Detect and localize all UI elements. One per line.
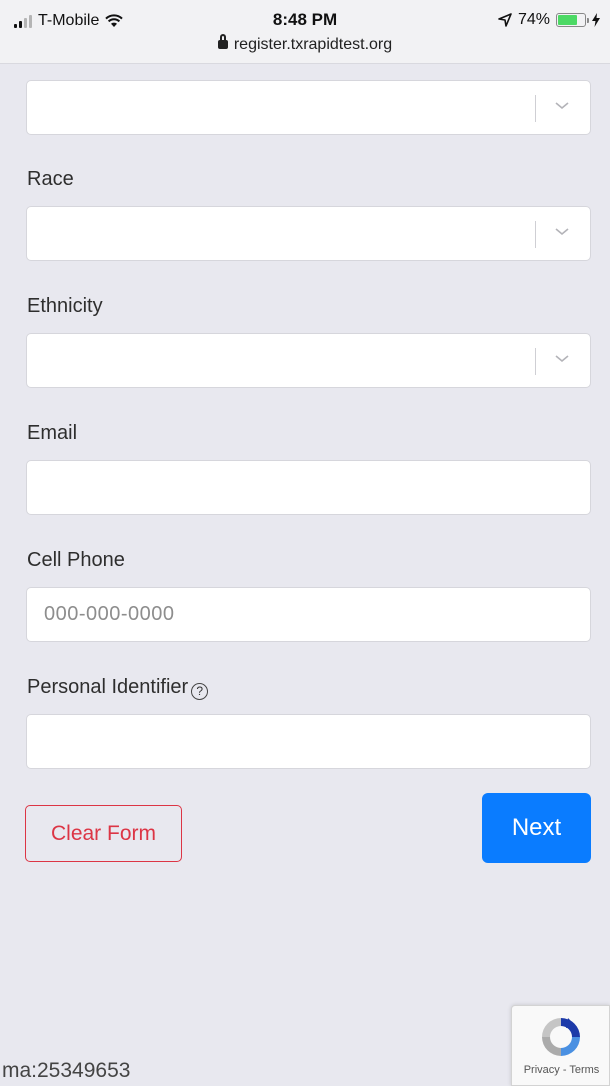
address-bar[interactable]: register.txrapidtest.org [0, 34, 610, 54]
battery-percent: 74% [517, 11, 550, 28]
ethnicity-label: Ethnicity [27, 295, 103, 317]
lock-icon [217, 34, 228, 49]
email-label: Email [27, 422, 78, 444]
cell-phone-label: Cell Phone [27, 549, 125, 571]
help-icon[interactable]: ? [191, 683, 209, 700]
chevron-down-icon[interactable] [552, 348, 572, 368]
email-field[interactable] [26, 460, 591, 515]
cell-phone-field[interactable]: 000-000-0000 [26, 587, 591, 642]
personal-identifier-label-text: Personal Identifier [27, 676, 189, 698]
ethnicity-select[interactable] [26, 333, 591, 388]
battery-icon [556, 13, 589, 27]
select-separator [535, 348, 536, 375]
clear-form-button[interactable]: Clear Form [25, 805, 182, 862]
race-select[interactable] [26, 206, 591, 261]
charging-bolt-icon [592, 13, 600, 27]
race-label: Race [27, 168, 74, 190]
status-right: 74% [498, 11, 600, 29]
location-arrow-icon [498, 13, 512, 27]
personal-identifier-field[interactable] [26, 714, 591, 769]
status-bar: T-Mobile 8:48 PM register.txrapidtest.or… [0, 0, 610, 64]
recaptcha-icon [542, 1018, 580, 1056]
chevron-down-icon[interactable] [552, 221, 572, 241]
top-select[interactable] [26, 80, 591, 135]
next-button[interactable]: Next [482, 793, 591, 863]
recaptcha-links[interactable]: Privacy - Terms [512, 1064, 610, 1076]
chevron-down-icon[interactable] [552, 95, 572, 115]
url-text: register.txrapidtest.org [233, 36, 393, 53]
footer-id: ma:25349653 [2, 1059, 131, 1082]
select-separator [535, 221, 536, 248]
recaptcha-badge[interactable]: Privacy - Terms [511, 1005, 610, 1086]
select-separator [535, 95, 536, 122]
personal-identifier-label: Personal Identifier? [27, 676, 209, 700]
cell-phone-placeholder: 000-000-0000 [44, 603, 175, 625]
battery-level [558, 15, 578, 25]
